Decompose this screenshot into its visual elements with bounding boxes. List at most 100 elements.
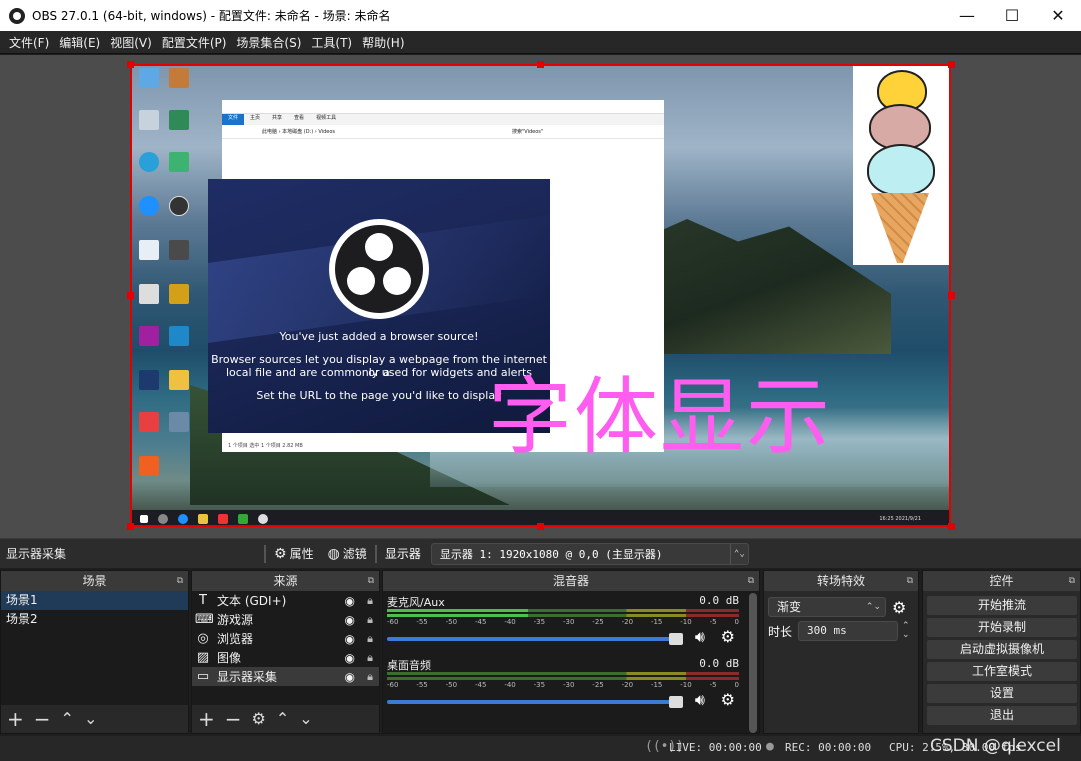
resize-handle[interactable] xyxy=(948,523,955,530)
sources-header: 来源 ⧉ xyxy=(192,571,379,591)
menu-scene-collection[interactable]: 场景集合(S) xyxy=(236,34,301,51)
undock-icon[interactable]: ⧉ xyxy=(177,571,183,591)
start-recording-button[interactable]: 开始录制 xyxy=(927,618,1077,637)
text-icon: T xyxy=(199,593,207,608)
chevron-updown-icon: ⌃⌄ xyxy=(729,543,748,564)
transition-type-row: 渐变 ⌃⌄ ⚙ xyxy=(768,597,906,617)
source-item[interactable]: ◎ 浏览器 ◉ 🔒︎ xyxy=(192,629,379,648)
speaker-icon[interactable]: 🔊︎ xyxy=(695,690,705,710)
desktop-icon xyxy=(134,370,164,390)
menu-file[interactable]: 文件(F) xyxy=(9,34,49,51)
spin-buttons[interactable]: ⌃ ⌄ xyxy=(902,622,910,640)
mixer-header: 混音器 ⧉ xyxy=(383,571,759,591)
source-item[interactable]: T 文本 (GDI+) ◉ 🔒︎ xyxy=(192,591,379,610)
studio-mode-button[interactable]: 工作室模式 xyxy=(927,662,1077,681)
desktop-icon xyxy=(134,240,164,260)
start-virtual-camera-button[interactable]: 启动虚拟摄像机 xyxy=(927,640,1077,659)
resize-handle[interactable] xyxy=(948,292,955,299)
mixer-title: 混音器 xyxy=(552,574,589,588)
minimize-button[interactable]: — xyxy=(944,0,990,31)
gear-icon[interactable]: ⚙ xyxy=(252,709,266,729)
desktop-icon xyxy=(164,412,194,432)
undock-icon[interactable]: ⧉ xyxy=(907,571,913,591)
close-button[interactable]: ✕ xyxy=(1035,0,1081,31)
lock-icon[interactable]: 🔒︎ xyxy=(367,651,373,665)
resize-handle[interactable] xyxy=(127,523,134,530)
app-icon xyxy=(238,513,248,524)
move-down-icon[interactable]: ⌄ xyxy=(84,709,97,729)
volume-meter xyxy=(387,677,739,680)
obs-logo-icon xyxy=(9,7,25,24)
maximize-button[interactable]: ☐ xyxy=(989,0,1035,31)
display-select[interactable]: 显示器 1: 1920x1080 @ 0,0 (主显示器) ⌃⌄ xyxy=(430,542,749,565)
scenes-title: 场景 xyxy=(82,574,107,588)
volume-slider[interactable] xyxy=(387,696,683,708)
desktop-icon xyxy=(134,152,164,172)
explorer-search: 搜索"Videos" xyxy=(512,129,544,135)
lock-icon[interactable]: 🔒︎ xyxy=(367,594,373,608)
eye-icon[interactable]: ◉ xyxy=(345,651,355,665)
gear-icon[interactable]: ⚙ xyxy=(721,690,735,709)
eye-icon[interactable]: ◉ xyxy=(345,613,355,627)
resize-handle[interactable] xyxy=(127,292,134,299)
lock-icon[interactable]: 🔒︎ xyxy=(367,613,373,627)
slider-knob[interactable] xyxy=(669,633,683,645)
eye-icon[interactable]: ◉ xyxy=(345,594,355,608)
source-item[interactable]: ▨ 图像 ◉ 🔒︎ xyxy=(192,648,379,667)
menu-edit[interactable]: 编辑(E) xyxy=(59,34,100,51)
sources-title: 来源 xyxy=(273,574,298,588)
remove-source-button[interactable]: − xyxy=(225,709,242,729)
exit-button[interactable]: 退出 xyxy=(927,706,1077,725)
undock-icon[interactable]: ⧉ xyxy=(1069,571,1075,591)
menu-view[interactable]: 视图(V) xyxy=(110,34,152,51)
slider-knob[interactable] xyxy=(669,696,683,708)
source-item[interactable]: ▭ 显示器采集 ◉ 🔒︎ xyxy=(192,667,379,686)
start-streaming-button[interactable]: 开始推流 xyxy=(927,596,1077,615)
mixer-channel: 麦克风/Aux 0.0 dB -60 -55 -50 -45 -40 -35 -30 -25-… xyxy=(387,594,739,650)
gear-icon[interactable]: ⚙ xyxy=(892,598,906,617)
selected-source-name: 显示器采集 xyxy=(6,547,67,561)
mixer-scrollbar[interactable] xyxy=(749,593,757,733)
desktop-icon xyxy=(164,326,194,346)
desktop-icon xyxy=(134,68,164,88)
controls-title: 控件 xyxy=(989,574,1014,588)
lock-icon[interactable]: 🔒︎ xyxy=(367,632,373,646)
properties-button[interactable]: ⚙ 属性 xyxy=(274,545,314,562)
add-source-button[interactable]: + xyxy=(198,709,215,729)
filters-button[interactable]: ◍ 滤镜 xyxy=(328,545,367,562)
scene-item[interactable]: 场景2 xyxy=(1,610,188,629)
volume-slider[interactable] xyxy=(387,633,683,645)
eye-icon[interactable]: ◉ xyxy=(345,670,355,684)
duration-input[interactable]: 300 ms xyxy=(798,621,898,641)
undock-icon[interactable]: ⧉ xyxy=(368,571,374,591)
settings-button[interactable]: 设置 xyxy=(927,684,1077,703)
status-bar: ((•)) LIVE: 00:00:00 ● REC: 00:00:00 CPU… xyxy=(0,736,1081,761)
resize-handle[interactable] xyxy=(537,523,544,530)
desktop-icon xyxy=(134,456,164,476)
desktop-icon xyxy=(164,68,194,88)
gear-icon[interactable]: ⚙ xyxy=(721,627,735,646)
move-down-icon[interactable]: ⌄ xyxy=(299,709,312,729)
lock-icon[interactable]: 🔒︎ xyxy=(367,670,373,684)
undock-icon[interactable]: ⧉ xyxy=(748,571,754,591)
menu-help[interactable]: 帮助(H) xyxy=(362,34,404,51)
duration-row: 时长 300 ms ⌃ ⌄ xyxy=(768,621,910,641)
desktop-icon xyxy=(164,240,194,260)
menu-tools[interactable]: 工具(T) xyxy=(311,34,352,51)
desktop-icon xyxy=(164,284,194,304)
scene-item[interactable]: 场景1 xyxy=(1,591,188,610)
resize-handle[interactable] xyxy=(537,61,544,68)
speaker-icon[interactable]: 🔊︎ xyxy=(695,627,705,647)
move-up-icon[interactable]: ⌃ xyxy=(61,709,74,729)
transition-select[interactable]: 渐变 ⌃⌄ xyxy=(768,597,886,617)
sources-dock: 来源 ⧉ T 文本 (GDI+) ◉ 🔒︎ ⌨ 游戏源 ◉ 🔒︎ ◎ 浏览器 ◉… xyxy=(191,570,380,734)
resize-handle[interactable] xyxy=(948,61,955,68)
move-up-icon[interactable]: ⌃ xyxy=(276,709,289,729)
remove-scene-button[interactable]: − xyxy=(34,709,51,729)
eye-icon[interactable]: ◉ xyxy=(345,632,355,646)
add-scene-button[interactable]: + xyxy=(7,709,24,729)
start-icon xyxy=(140,514,148,523)
source-item[interactable]: ⌨ 游戏源 ◉ 🔒︎ xyxy=(192,610,379,629)
menu-profile[interactable]: 配置文件(P) xyxy=(162,34,227,51)
resize-handle[interactable] xyxy=(127,61,134,68)
